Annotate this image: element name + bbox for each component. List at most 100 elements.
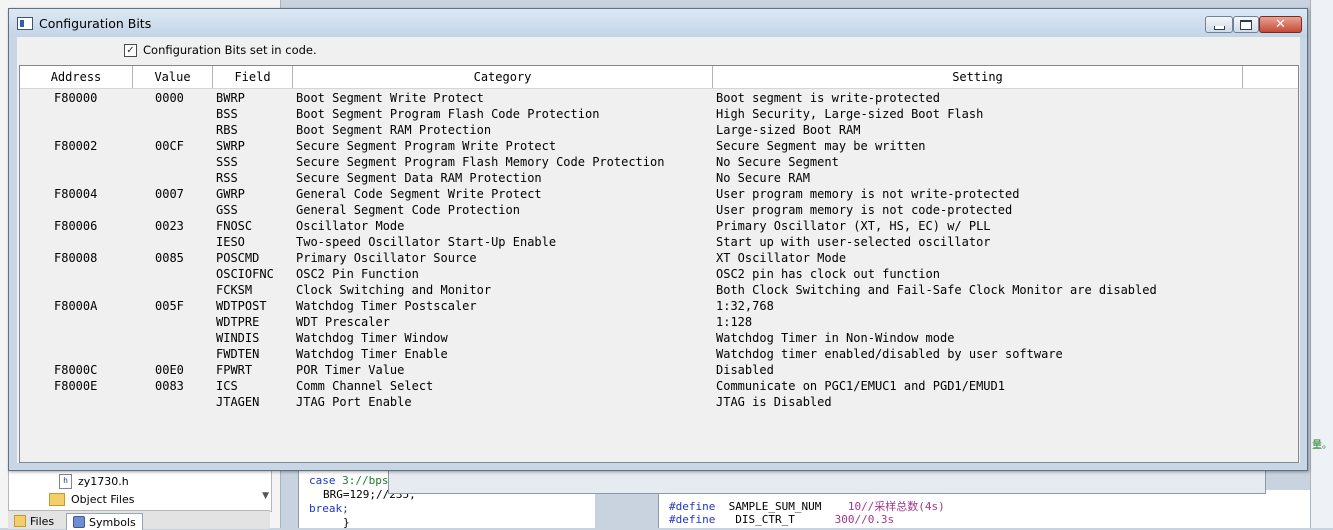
- table-row[interactable]: OSCIOFNC OSC2 Pin Function OSC2 pin has cl…: [20, 266, 1298, 282]
- tree-item-header-file[interactable]: h zy1730.h: [59, 473, 129, 489]
- table-row[interactable]: F8000A 005F WDTPOST Watchdog Timer Postscal…: [20, 298, 1298, 314]
- code-editor-right[interactable]: #define SAMPLE_SUM_NUM 10//采样总数(4s) #def…: [658, 490, 1319, 528]
- cell-address: F80000: [54, 91, 98, 105]
- cell-category: Boot Segment Program Flash Code Protecti…: [296, 107, 600, 121]
- cell-category: Clock Switching and Monitor: [296, 283, 492, 297]
- cell-setting: 1:128: [716, 315, 753, 329]
- table-row[interactable]: BSS Boot Segment Program Flash Code Prote…: [20, 106, 1298, 122]
- table-row[interactable]: IESO Two-speed Oscillator Start-Up Enable…: [20, 234, 1298, 250]
- cell-category: Boot Segment Write Protect: [296, 91, 484, 105]
- table-row[interactable]: F80002 00CF SWRP Secure Segment Program Wri…: [20, 138, 1298, 154]
- cell-setting: 1:32,768: [716, 299, 774, 313]
- checkbox-label: Configuration Bits set in code.: [143, 43, 317, 57]
- configuration-bits-window: Configuration Bits ✕ ✓ Configuration Bit…: [8, 8, 1308, 471]
- column-header-value[interactable]: Value: [133, 66, 213, 88]
- maximize-button[interactable]: [1233, 16, 1259, 33]
- cell-setting: XT Oscillator Mode: [716, 251, 847, 265]
- column-header-setting[interactable]: Setting: [713, 66, 1243, 88]
- cell-setting: User program memory is not code-protecte…: [716, 203, 1013, 217]
- cell-field: OSCIOFNC: [216, 267, 274, 281]
- cell-field: FWDTEN: [216, 347, 260, 361]
- cell-field: FCKSM: [216, 283, 253, 297]
- project-tree: h zy1730.h Object Files ▼: [8, 468, 272, 512]
- folder-icon: [14, 515, 26, 527]
- cell-field: SSS: [216, 155, 238, 169]
- cell-category: Boot Segment RAM Protection: [296, 123, 492, 137]
- code-keyword: break;: [309, 502, 349, 515]
- close-button[interactable]: ✕: [1259, 16, 1302, 33]
- table-row[interactable]: F80006 0023 FNOSC Oscillator Mode Primary Os…: [20, 218, 1298, 234]
- cell-setting: Large-sized Boot RAM: [716, 123, 861, 137]
- cell-field: BWRP: [216, 91, 245, 105]
- cell-value: 0023: [155, 219, 184, 233]
- code-value: 300//0.3s: [794, 513, 895, 526]
- scroll-down-arrow-icon[interactable]: ▼: [262, 491, 269, 501]
- cell-value: 00CF: [155, 139, 184, 153]
- cell-setting: No Secure Segment: [716, 155, 839, 169]
- column-header-address[interactable]: Address: [20, 66, 133, 88]
- minimize-button[interactable]: [1205, 16, 1233, 33]
- cell-setting: No Secure RAM: [716, 171, 810, 185]
- tab-symbols[interactable]: Symbols: [66, 513, 143, 530]
- cell-setting: Primary Oscillator (XT, HS, EC) w/ PLL: [716, 219, 991, 233]
- cell-address: F80008: [54, 251, 98, 265]
- cell-value: 005F: [155, 299, 184, 313]
- tab-files[interactable]: Files: [8, 513, 60, 529]
- table-row[interactable]: F8000C 00E0 FPWRT POR Timer Value Disabled: [20, 362, 1298, 378]
- table-row[interactable]: RSS Secure Segment Data RAM Protection No …: [20, 170, 1298, 186]
- cell-field: RBS: [216, 123, 238, 137]
- code-identifier: DIS_CTR_T: [715, 513, 795, 526]
- cell-setting: Both Clock Switching and Fail-Safe Clock…: [716, 283, 1157, 297]
- cell-field: RSS: [216, 171, 238, 185]
- cell-setting: Start up with user-selected oscillator: [716, 235, 991, 249]
- code-value: 10//采样总数(4s): [821, 500, 945, 513]
- table-row[interactable]: F80004 0007 GWRP General Code Segment Write…: [20, 186, 1298, 202]
- table-row[interactable]: GSS General Segment Code Protection User p…: [20, 202, 1298, 218]
- table-row[interactable]: FCKSM Clock Switching and Monitor Both Clo…: [20, 282, 1298, 298]
- cell-address: F8000A: [54, 299, 98, 313]
- table-row[interactable]: WINDIS Watchdog Timer Window Watchdog Time…: [20, 330, 1298, 346]
- cell-field: GWRP: [216, 187, 245, 201]
- cell-category: General Code Segment Write Protect: [296, 187, 542, 201]
- table-row[interactable]: SSS Secure Segment Program Flash Memory C…: [20, 154, 1298, 170]
- tab-label: Symbols: [89, 515, 136, 529]
- cell-field: FPWRT: [216, 363, 253, 377]
- window-app-icon: [17, 17, 33, 30]
- config-bits-table[interactable]: Address Value Field Category Setting F80…: [19, 65, 1299, 463]
- cell-field: POSCMD: [216, 251, 260, 265]
- code-keyword: case: [309, 474, 336, 487]
- cell-address: F8000E: [54, 379, 98, 393]
- cell-field: SWRP: [216, 139, 245, 153]
- cell-category: General Segment Code Protection: [296, 203, 520, 217]
- cell-address: F80006: [54, 219, 98, 233]
- table-row[interactable]: F80008 0085 POSCMD Primary Oscillator Sourc…: [20, 250, 1298, 266]
- table-row[interactable]: F80000 0000 BWRP Boot Segment Write Protect…: [20, 90, 1298, 106]
- cell-setting: Watchdog timer enabled/disabled by user …: [716, 347, 1063, 361]
- config-bits-in-code-option[interactable]: ✓ Configuration Bits set in code.: [124, 43, 317, 57]
- table-row[interactable]: WDTPRE WDT Prescaler 1:128: [20, 314, 1298, 330]
- cell-category: Watchdog Timer Window: [296, 331, 448, 345]
- cell-category: Watchdog Timer Enable: [296, 347, 448, 361]
- right-edge-panel: 量。: [1310, 0, 1333, 528]
- table-row[interactable]: FWDTEN Watchdog Timer Enable Watchdog time…: [20, 346, 1298, 362]
- cell-category: Watchdog Timer Postscaler: [296, 299, 477, 313]
- window-content: ✓ Configuration Bits set in code. Addres…: [17, 37, 1300, 463]
- cell-value: 0085: [155, 251, 184, 265]
- column-header-category[interactable]: Category: [293, 66, 713, 88]
- table-body: F80000 0000 BWRP Boot Segment Write Protect…: [20, 90, 1298, 410]
- minimize-icon: [1213, 25, 1225, 30]
- tree-item-object-files[interactable]: Object Files: [49, 491, 134, 507]
- table-row[interactable]: JTAGEN JTAG Port Enable JTAG is Disabled: [20, 394, 1298, 410]
- table-row[interactable]: F8000E 0083 ICS Comm Channel Select Communic…: [20, 378, 1298, 394]
- cell-field: JTAGEN: [216, 395, 260, 409]
- folder-icon: [49, 492, 65, 506]
- cell-field: FNOSC: [216, 219, 253, 233]
- title-bar[interactable]: Configuration Bits ✕: [9, 9, 1307, 37]
- config-bits-in-code-checkbox[interactable]: ✓: [124, 43, 137, 57]
- cell-field: WINDIS: [216, 331, 260, 345]
- column-header-field[interactable]: Field: [213, 66, 293, 88]
- cell-value: 00E0: [155, 363, 184, 377]
- cell-address: F80002: [54, 139, 98, 153]
- table-row[interactable]: RBS Boot Segment RAM Protection Large-size…: [20, 122, 1298, 138]
- cell-category: Secure Segment Data RAM Protection: [296, 171, 542, 185]
